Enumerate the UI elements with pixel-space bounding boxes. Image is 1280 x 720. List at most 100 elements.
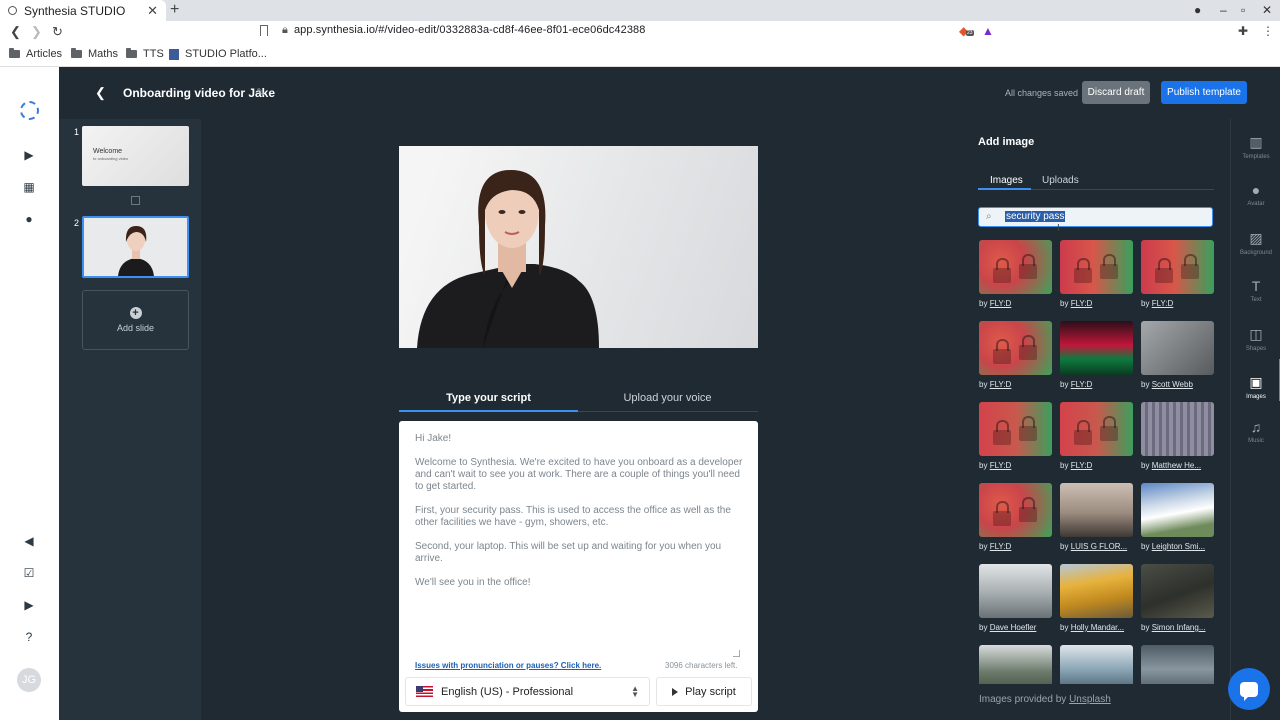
image-result[interactable]: by Leighton Smi...: [1141, 483, 1214, 551]
author-link[interactable]: Holly Mandar...: [1071, 623, 1124, 632]
author-link[interactable]: FLY:D: [1071, 461, 1093, 470]
tool-templates[interactable]: ▥ Templates: [1231, 134, 1280, 160]
bookmark-studio[interactable]: STUDIO Platfo...: [169, 48, 267, 60]
image-thumbnail[interactable]: [979, 321, 1052, 375]
back-arrow-icon[interactable]: ❮: [95, 85, 106, 101]
author-link[interactable]: FLY:D: [990, 299, 1012, 308]
image-result[interactable]: [1141, 645, 1214, 684]
announcements-icon[interactable]: ◀: [22, 534, 36, 548]
discard-draft-button[interactable]: Discard draft: [1082, 81, 1150, 104]
browser-tab[interactable]: Synthesia STUDIO ✕: [0, 0, 166, 21]
image-thumbnail[interactable]: [1141, 645, 1214, 684]
help-icon[interactable]: ?: [22, 630, 36, 644]
image-search-input[interactable]: ⌕ security pass: [978, 207, 1213, 227]
image-result[interactable]: [979, 645, 1052, 684]
image-result[interactable]: by FLY:D: [1060, 240, 1133, 308]
slide-thumbnail-1[interactable]: Welcome to onboarding video: [82, 126, 189, 186]
resize-handle-icon[interactable]: [733, 650, 740, 657]
image-thumbnail[interactable]: [1060, 564, 1133, 618]
image-thumbnail[interactable]: [1141, 483, 1214, 537]
author-link[interactable]: LUIS G FLOR...: [1071, 542, 1127, 551]
videos-icon[interactable]: ▶: [22, 148, 36, 162]
image-thumbnail[interactable]: [1141, 402, 1214, 456]
author-link[interactable]: FLY:D: [990, 461, 1012, 470]
url-field[interactable]: 🔒︎ app.synthesia.io/#/video-edit/0332883a…: [282, 24, 645, 37]
back-icon[interactable]: ❮: [10, 24, 21, 40]
unsplash-link[interactable]: Unsplash: [1069, 694, 1111, 705]
author-link[interactable]: FLY:D: [990, 542, 1012, 551]
image-result[interactable]: by FLY:D: [1060, 321, 1133, 389]
edit-title-icon[interactable]: ✎: [256, 86, 265, 99]
pronunciation-help-link[interactable]: Issues with pronunciation or pauses? Cli…: [415, 661, 601, 670]
voice-language-select[interactable]: English (US) - Professional ▲ ▼: [405, 677, 650, 706]
author-link[interactable]: Dave Hoefler: [990, 623, 1037, 632]
image-thumbnail[interactable]: [979, 483, 1052, 537]
image-thumbnail[interactable]: [979, 402, 1052, 456]
tool-avatar[interactable]: ● Avatar: [1231, 182, 1280, 207]
image-result[interactable]: by FLY:D: [1060, 402, 1133, 470]
synthesia-logo-icon[interactable]: [20, 101, 39, 120]
new-tab-button[interactable]: +: [170, 1, 179, 19]
image-result[interactable]: by Simon Infang...: [1141, 564, 1214, 632]
script-textarea[interactable]: Hi Jake! Welcome to Synthesia. We're exc…: [415, 433, 745, 601]
restore-icon[interactable]: ▫: [1241, 3, 1245, 17]
tutorials-icon[interactable]: ▶: [22, 598, 36, 612]
extensions-icon[interactable]: ✚: [1238, 24, 1248, 38]
image-result[interactable]: by FLY:D: [1141, 240, 1214, 308]
video-canvas[interactable]: [399, 146, 758, 348]
author-link[interactable]: FLY:D: [1071, 380, 1093, 389]
image-thumbnail[interactable]: [1060, 321, 1133, 375]
author-link[interactable]: FLY:D: [1071, 299, 1093, 308]
image-result[interactable]: by LUIS G FLOR...: [1060, 483, 1133, 551]
tab-images[interactable]: Images: [990, 175, 1023, 186]
image-thumbnail[interactable]: [979, 564, 1052, 618]
add-slide-button[interactable]: + Add slide: [82, 290, 189, 350]
tab-type-script[interactable]: Type your script: [399, 392, 578, 404]
play-script-button[interactable]: Play script: [656, 677, 752, 706]
image-result[interactable]: by FLY:D: [979, 240, 1052, 308]
minimize-icon[interactable]: –: [1220, 3, 1227, 17]
tool-background[interactable]: ▨ Background: [1231, 230, 1280, 256]
window-close-icon[interactable]: ✕: [1262, 3, 1272, 17]
tool-images[interactable]: ▣ Images: [1231, 374, 1280, 400]
image-thumbnail[interactable]: [1060, 483, 1133, 537]
author-link[interactable]: Leighton Smi...: [1152, 542, 1205, 551]
image-thumbnail[interactable]: [1141, 564, 1214, 618]
bookmark-maths[interactable]: Maths: [71, 48, 118, 60]
bookmark-icon[interactable]: [260, 25, 268, 36]
author-link[interactable]: Matthew He...: [1152, 461, 1201, 470]
forward-icon[interactable]: ❯: [31, 24, 42, 40]
menu-icon[interactable]: ⋮: [1262, 24, 1274, 38]
chat-support-button[interactable]: [1228, 668, 1270, 710]
bookmark-articles[interactable]: Articles: [9, 48, 62, 60]
author-link[interactable]: Simon Infang...: [1152, 623, 1206, 632]
image-thumbnail[interactable]: [1060, 402, 1133, 456]
slide-thumbnail-2[interactable]: [82, 216, 189, 278]
brave-rewards-icon[interactable]: ▲: [982, 24, 994, 38]
image-thumbnail[interactable]: [1060, 240, 1133, 294]
image-result[interactable]: by Dave Hoefler: [979, 564, 1052, 632]
image-thumbnail[interactable]: [1060, 645, 1133, 684]
reload-icon[interactable]: ↻: [52, 24, 63, 40]
image-result[interactable]: by Matthew He...: [1141, 402, 1214, 470]
publish-template-button[interactable]: Publish template: [1161, 81, 1247, 104]
tasks-icon[interactable]: ☑: [22, 566, 36, 580]
author-link[interactable]: Scott Webb: [1152, 380, 1193, 389]
image-result[interactable]: [1060, 645, 1133, 684]
tool-shapes[interactable]: ◫ Shapes: [1231, 326, 1280, 352]
bookmark-tts[interactable]: TTS: [126, 48, 164, 60]
library-icon[interactable]: ▦: [22, 180, 36, 194]
user-avatar[interactable]: JG: [17, 668, 41, 692]
image-result[interactable]: by FLY:D: [979, 402, 1052, 470]
author-link[interactable]: FLY:D: [990, 380, 1012, 389]
image-thumbnail[interactable]: [979, 240, 1052, 294]
image-thumbnail[interactable]: [979, 645, 1052, 684]
tool-text[interactable]: T Text: [1231, 278, 1280, 303]
author-link[interactable]: FLY:D: [1152, 299, 1174, 308]
tool-music[interactable]: ♫ Music: [1231, 419, 1280, 444]
tab-search-icon[interactable]: ●: [1194, 3, 1201, 17]
tab-uploads[interactable]: Uploads: [1042, 175, 1079, 186]
transition-icon[interactable]: [131, 196, 140, 205]
image-result[interactable]: by Scott Webb: [1141, 321, 1214, 389]
image-result[interactable]: by Holly Mandar...: [1060, 564, 1133, 632]
